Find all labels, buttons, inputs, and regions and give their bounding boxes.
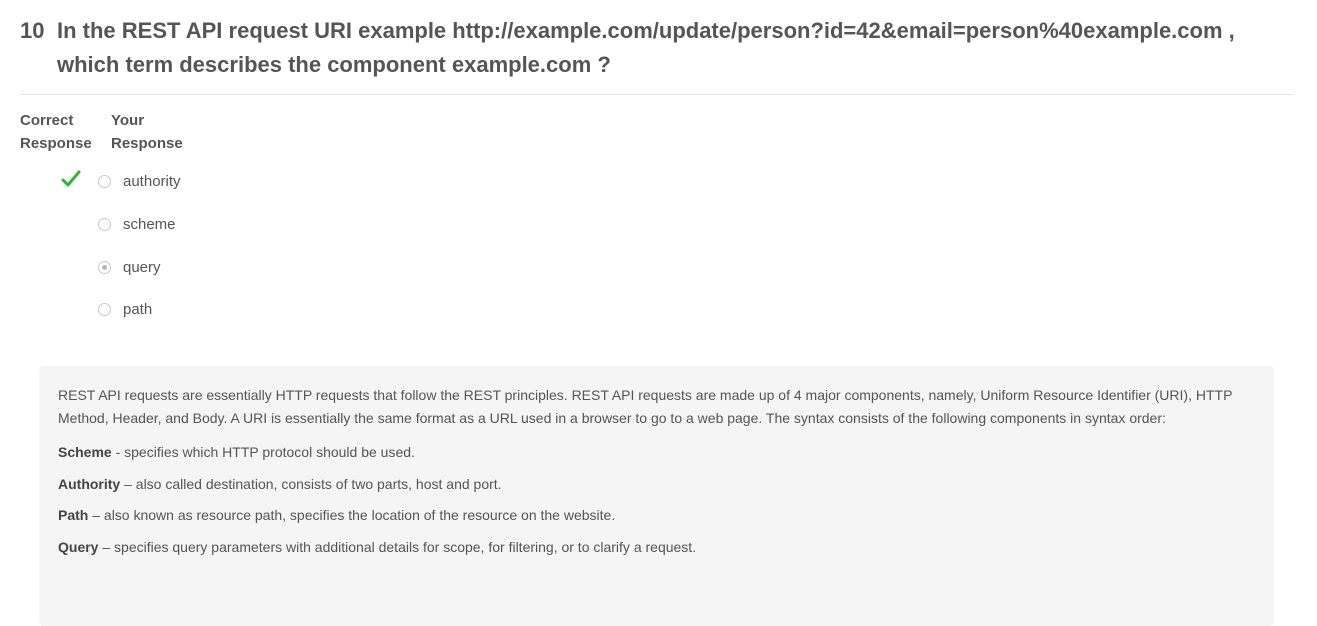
radio-scheme[interactable]: [98, 217, 111, 231]
term-description: - specifies which HTTP protocol should b…: [111, 444, 415, 460]
divider: [20, 94, 1294, 95]
option-label: scheme: [123, 215, 176, 233]
option-query[interactable]: query: [98, 257, 161, 277]
option-label: path: [123, 300, 153, 318]
correct-response-header: Correct Response: [20, 109, 92, 155]
checkmark-icon: [61, 170, 81, 187]
question-number: 10: [20, 18, 45, 43]
option-label: authority: [123, 172, 181, 190]
your-response-header: Your Response: [111, 109, 183, 155]
question-text: In the REST API request URI example http…: [57, 18, 1235, 77]
term-name: Authority: [58, 475, 121, 492]
explanation-item-query: Query – specifies query parameters with …: [58, 538, 1256, 556]
option-authority[interactable]: authority: [98, 171, 181, 191]
explanation-panel: REST API requests are essentially HTTP r…: [39, 366, 1274, 626]
correct-header-line1: Correct: [20, 112, 74, 129]
option-label: query: [123, 258, 161, 276]
your-header-line2: Response: [111, 135, 183, 152]
explanation-intro: REST API requests are essentially HTTP r…: [58, 387, 1233, 426]
radio-path[interactable]: [98, 302, 111, 316]
explanation-item-path: Path – also known as resource path, spec…: [58, 506, 1256, 524]
term-name: Path: [58, 507, 89, 523]
option-scheme[interactable]: scheme: [98, 214, 176, 234]
explanation-item-scheme: Scheme - specifies which HTTP protocol s…: [58, 443, 1256, 461]
correct-header-line2: Response: [20, 135, 92, 152]
term-name: Query: [58, 538, 99, 555]
term-description: – specifies query parameters with additi…: [98, 538, 697, 555]
radio-query[interactable]: [98, 260, 111, 274]
term-name: Scheme: [58, 444, 112, 460]
your-header-line1: Your: [111, 112, 145, 129]
option-path[interactable]: path: [98, 299, 152, 319]
term-description: – also called destination, consists of t…: [120, 475, 502, 492]
radio-authority[interactable]: [98, 174, 111, 188]
explanation-item-authority: Authority – also called destination, con…: [58, 475, 1256, 493]
term-description: – also known as resource path, specifies…: [88, 507, 616, 523]
